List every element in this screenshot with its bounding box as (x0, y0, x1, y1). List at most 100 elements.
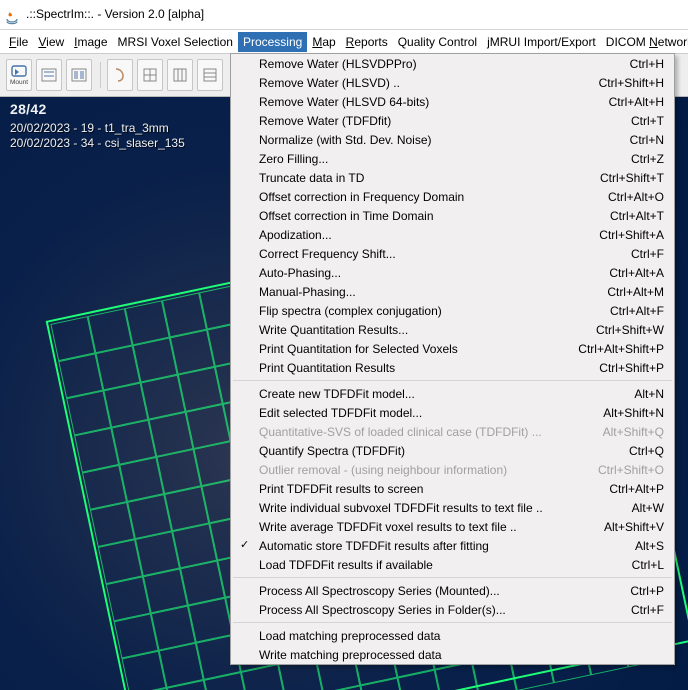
menu-item-label: Truncate data in TD (259, 171, 580, 185)
menu-item-label: Automatic store TDFDFit results after fi… (259, 539, 615, 553)
menu-item-label: Create new TDFDFit model... (259, 387, 614, 401)
menu-item-shortcut: Ctrl+Alt+P (589, 482, 664, 496)
processing-menu: Remove Water (HLSVDPPro)Ctrl+HRemove Wat… (230, 53, 675, 665)
menu-item-label: Offset correction in Time Domain (259, 209, 590, 223)
menu-item-remove-water-tdfdfit[interactable]: Remove Water (TDFDfit)Ctrl+T (231, 111, 674, 130)
menu-item-label: Edit selected TDFDFit model... (259, 406, 583, 420)
menu-item-flip-spectra-complex-conjugation[interactable]: Flip spectra (complex conjugation)Ctrl+A… (231, 301, 674, 320)
series-list: 20/02/2023 - 19 - t1_tra_3mm20/02/2023 -… (10, 121, 185, 151)
db2-button[interactable] (66, 59, 92, 91)
menu-item-automatic-store-tdfdfit-results-after-fitting[interactable]: ✓Automatic store TDFDFit results after f… (231, 536, 674, 555)
menu-item-write-matching-preprocessed-data[interactable]: Write matching preprocessed data (231, 645, 674, 664)
menu-item-label: Write individual subvoxel TDFDFit result… (259, 501, 612, 515)
menu-item-remove-water-hlsvd[interactable]: Remove Water (HLSVD) ..Ctrl+Shift+H (231, 73, 674, 92)
menu-item-label: Flip spectra (complex conjugation) (259, 304, 590, 318)
menu-item-shortcut: Ctrl+Alt+F (590, 304, 664, 318)
menu-item-process-all-spectroscopy-series-in-folder-s[interactable]: Process All Spectroscopy Series in Folde… (231, 600, 674, 619)
menu-item-correct-frequency-shift[interactable]: Correct Frequency Shift...Ctrl+F (231, 244, 674, 263)
menu-item-process-all-spectroscopy-series-mounted[interactable]: Process All Spectroscopy Series (Mounted… (231, 581, 674, 600)
menu-quality-control[interactable]: Quality Control (393, 32, 482, 52)
menu-item-label: Write average TDFDFit voxel results to t… (259, 520, 584, 534)
menu-item-truncate-data-in-td[interactable]: Truncate data in TDCtrl+Shift+T (231, 168, 674, 187)
menu-item-outlier-removal-using-neighbour-information: Outlier removal - (using neighbour infor… (231, 460, 674, 479)
menu-item-shortcut: Alt+Shift+N (583, 406, 664, 420)
menu-reports[interactable]: Reports (341, 32, 393, 52)
menu-item-shortcut: Ctrl+P (610, 584, 664, 598)
menu-item-offset-correction-in-time-domain[interactable]: Offset correction in Time DomainCtrl+Alt… (231, 206, 674, 225)
menu-item-label: Offset correction in Frequency Domain (259, 190, 588, 204)
menu-item-shortcut: Ctrl+Alt+Shift+P (558, 342, 664, 356)
menu-item-load-matching-preprocessed-data[interactable]: Load matching preprocessed data (231, 626, 674, 645)
java-icon (4, 7, 20, 23)
ear-button[interactable] (107, 59, 133, 91)
mount-button[interactable]: Mount (6, 59, 32, 91)
menu-item-label: Normalize (with Std. Dev. Noise) (259, 133, 610, 147)
menu-item-label: Remove Water (TDFDfit) (259, 114, 611, 128)
menu-item-label: Print Quantitation for Selected Voxels (259, 342, 558, 356)
menu-item-load-tdfdfit-results-if-available[interactable]: Load TDFDFit results if availableCtrl+L (231, 555, 674, 574)
menu-item-remove-water-hlsvd-64-bits[interactable]: Remove Water (HLSVD 64-bits)Ctrl+Alt+H (231, 92, 674, 111)
menu-item-manual-phasing[interactable]: Manual-Phasing...Ctrl+Alt+M (231, 282, 674, 301)
grid2-button[interactable] (167, 59, 193, 91)
menu-separator (233, 577, 672, 578)
menu-item-shortcut: Ctrl+T (611, 114, 664, 128)
menu-map[interactable]: Map (307, 32, 340, 52)
grid1-button[interactable] (137, 59, 163, 91)
menu-item-apodization[interactable]: Apodization...Ctrl+Shift+A (231, 225, 674, 244)
menu-item-zero-filling[interactable]: Zero Filling...Ctrl+Z (231, 149, 674, 168)
menu-dicom-network[interactable]: DICOM Network (601, 32, 688, 52)
menu-item-edit-selected-tdfdfit-model[interactable]: Edit selected TDFDFit model...Alt+Shift+… (231, 403, 674, 422)
menu-item-create-new-tdfdfit-model[interactable]: Create new TDFDFit model...Alt+N (231, 384, 674, 403)
grid3-button[interactable] (197, 59, 223, 91)
menu-item-normalize-with-std-dev-noise[interactable]: Normalize (with Std. Dev. Noise)Ctrl+N (231, 130, 674, 149)
series-entry[interactable]: 20/02/2023 - 34 - csi_slaser_135 (10, 136, 185, 151)
menu-item-shortcut: Ctrl+Alt+T (590, 209, 664, 223)
menu-item-label: Quantitative-SVS of loaded clinical case… (259, 425, 583, 439)
menu-item-auto-phasing[interactable]: Auto-Phasing...Ctrl+Alt+A (231, 263, 674, 282)
menubar: FileViewImageMRSI Voxel SelectionProcess… (0, 30, 688, 53)
menu-item-shortcut: Ctrl+Shift+H (579, 76, 664, 90)
series-counter: 28/42 (10, 101, 47, 117)
db1-button[interactable] (36, 59, 62, 91)
menu-item-shortcut: Ctrl+Shift+W (576, 323, 664, 337)
menu-processing[interactable]: Processing (238, 32, 307, 52)
menu-item-label: Process All Spectroscopy Series (Mounted… (259, 584, 610, 598)
toolbar-separator (100, 62, 101, 88)
menu-item-write-individual-subvoxel-tdfdfit-results-to-text-file[interactable]: Write individual subvoxel TDFDFit result… (231, 498, 674, 517)
menu-item-quantify-spectra-tdfdfit[interactable]: Quantify Spectra (TDFDFit)Ctrl+Q (231, 441, 674, 460)
menu-item-shortcut: Alt+Shift+V (584, 520, 664, 534)
menu-mrsi-voxel-selection[interactable]: MRSI Voxel Selection (113, 32, 238, 52)
menu-item-shortcut: Ctrl+Q (609, 444, 664, 458)
menu-item-print-quantitation-results[interactable]: Print Quantitation ResultsCtrl+Shift+P (231, 358, 674, 377)
menu-item-shortcut: Alt+W (612, 501, 664, 515)
menu-item-shortcut: Ctrl+Shift+A (579, 228, 664, 242)
menu-item-label: Apodization... (259, 228, 579, 242)
menu-file[interactable]: File (4, 32, 33, 52)
menu-item-label: Quantify Spectra (TDFDFit) (259, 444, 609, 458)
menu-item-shortcut: Ctrl+Shift+O (578, 463, 664, 477)
menu-item-label: Outlier removal - (using neighbour infor… (259, 463, 578, 477)
menu-item-write-average-tdfdfit-voxel-results-to-text-file[interactable]: Write average TDFDFit voxel results to t… (231, 517, 674, 536)
menu-item-write-quantitation-results[interactable]: Write Quantitation Results...Ctrl+Shift+… (231, 320, 674, 339)
menu-item-shortcut: Ctrl+F (611, 603, 664, 617)
menu-view[interactable]: View (33, 32, 69, 52)
menu-item-offset-correction-in-frequency-domain[interactable]: Offset correction in Frequency DomainCtr… (231, 187, 674, 206)
series-entry[interactable]: 20/02/2023 - 19 - t1_tra_3mm (10, 121, 185, 136)
menu-item-shortcut: Ctrl+Shift+P (579, 361, 664, 375)
menu-item-shortcut: Alt+S (615, 539, 664, 553)
menu-item-label: Print TDFDFit results to screen (259, 482, 589, 496)
menu-item-shortcut: Alt+N (614, 387, 664, 401)
menu-item-shortcut: Ctrl+H (610, 57, 664, 71)
menu-jmrui-import-export[interactable]: jMRUI Import/Export (482, 32, 601, 52)
window-title: .::SpectrIm::. - Version 2.0 [alpha] (26, 0, 204, 29)
menu-image[interactable]: Image (69, 32, 112, 52)
menu-item-label: Zero Filling... (259, 152, 611, 166)
menu-item-print-quantitation-for-selected-voxels[interactable]: Print Quantitation for Selected VoxelsCt… (231, 339, 674, 358)
svg-text:Mount: Mount (10, 79, 28, 86)
menu-item-shortcut: Ctrl+Shift+T (580, 171, 664, 185)
menu-item-remove-water-hlsvdppro[interactable]: Remove Water (HLSVDPPro)Ctrl+H (231, 54, 674, 73)
menu-item-print-tdfdfit-results-to-screen[interactable]: Print TDFDFit results to screenCtrl+Alt+… (231, 479, 674, 498)
menu-separator (233, 622, 672, 623)
menu-item-shortcut: Ctrl+Alt+H (589, 95, 664, 109)
titlebar: .::SpectrIm::. - Version 2.0 [alpha] (0, 0, 688, 30)
